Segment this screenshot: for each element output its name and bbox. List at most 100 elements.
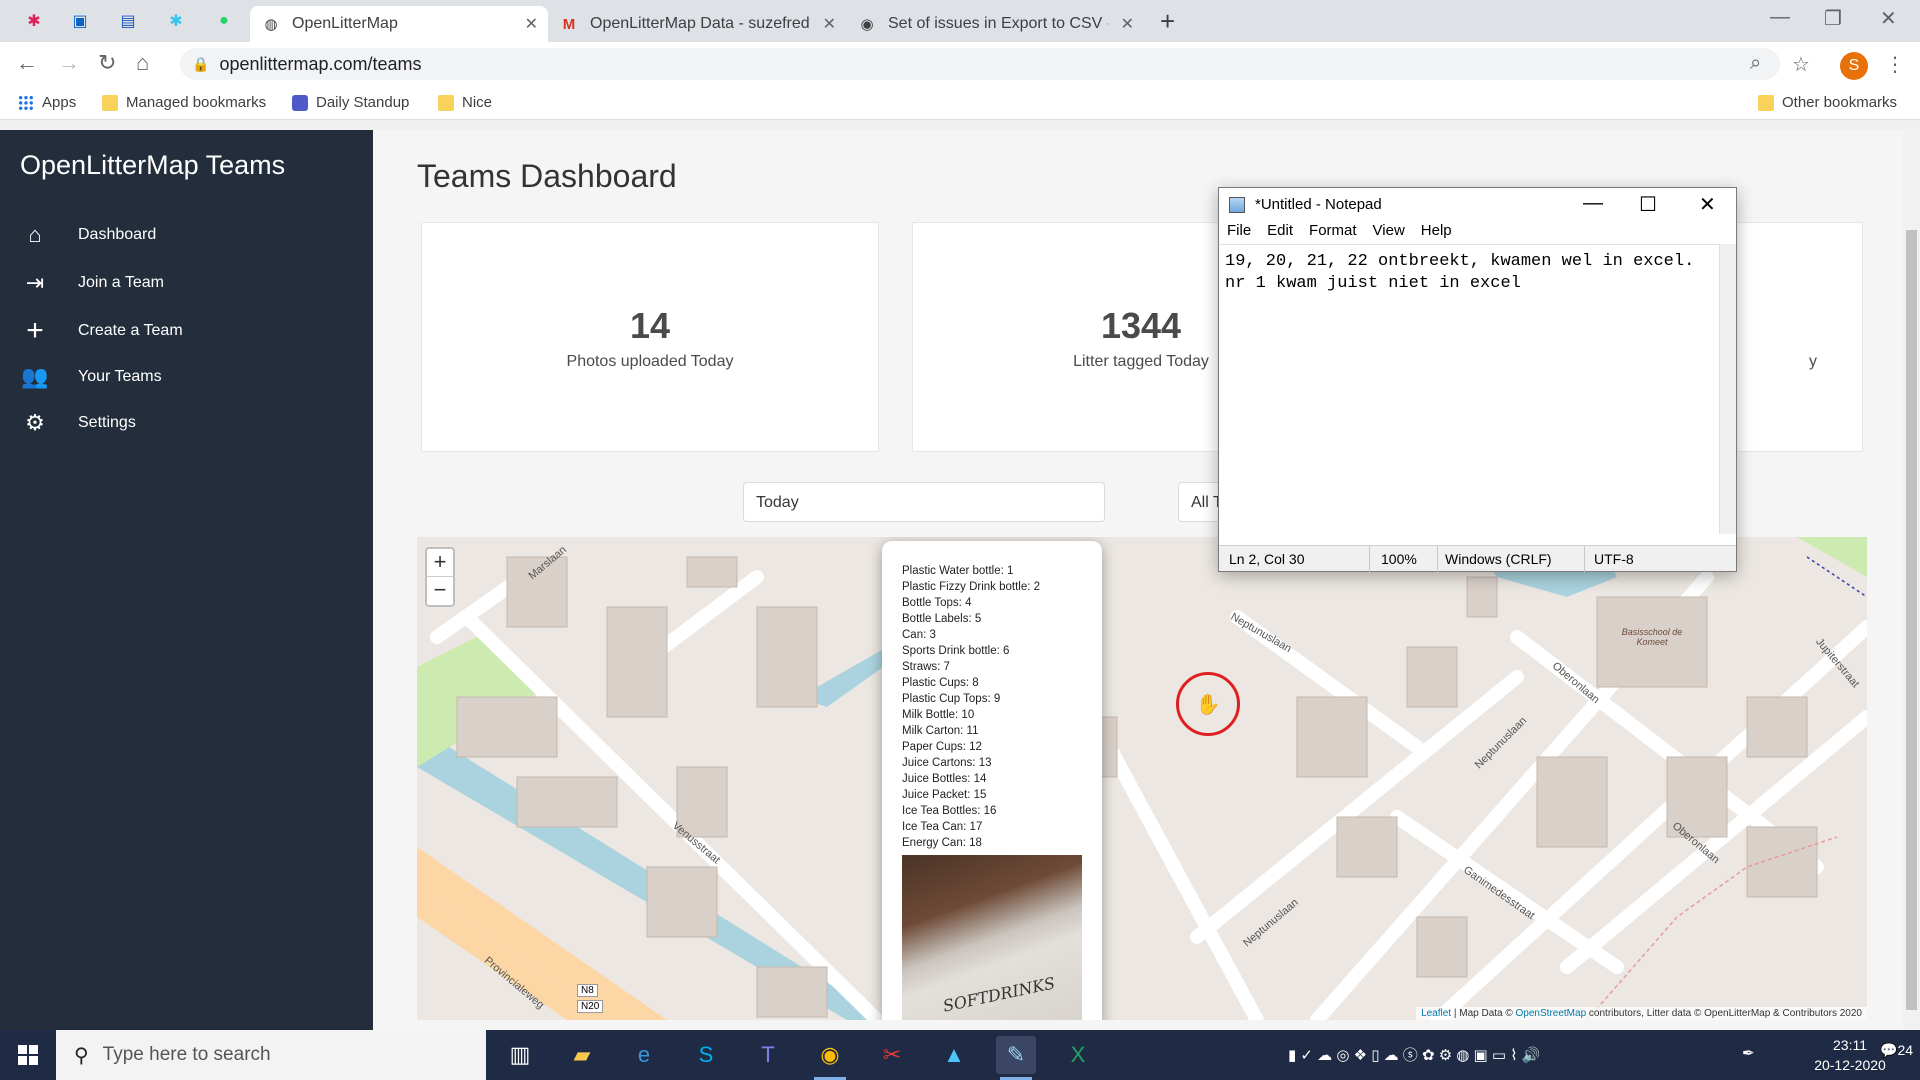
minimize-icon[interactable]: — bbox=[1583, 192, 1603, 215]
github-icon: ◉ bbox=[860, 16, 874, 33]
notepad-status-bar: Ln 2, Col 30 100% Windows (CRLF) UTF-8 bbox=[1219, 545, 1736, 572]
file-explorer-icon[interactable]: ▰ bbox=[562, 1036, 602, 1074]
forward-arrow-icon[interactable]: → bbox=[58, 50, 80, 76]
snip-tool-icon[interactable]: ✂ bbox=[872, 1036, 912, 1074]
close-tab-icon[interactable]: ✕ bbox=[525, 14, 538, 34]
maximize-icon[interactable]: ☐ bbox=[1639, 192, 1657, 217]
litter-photo[interactable]: SOFTDRINKS bbox=[902, 855, 1082, 1020]
popup-litter-item: Bottle Tops: 4 bbox=[902, 597, 972, 609]
photos-icon[interactable]: ▲ bbox=[934, 1036, 974, 1074]
popup-list: Plastic Water bottle: 1 Plastic Fizzy Dri… bbox=[902, 563, 1082, 851]
litter-map[interactable]: Marslaan Venusstraat Neptunuslaan Neptun… bbox=[417, 537, 1867, 1020]
slack-pinned-tab-icon-2[interactable]: ✱ bbox=[162, 8, 190, 34]
sidebar-item-your-teams[interactable]: 👥 Your Teams bbox=[20, 364, 161, 390]
page-scrollbar[interactable] bbox=[1903, 130, 1920, 1030]
tray-icons[interactable]: ▮ ✓ ☁ ◎ ❖ ▯ ☁ ⓢ ✿ ⚙ ◍ ▣ ▭ ⌇ 🔊 bbox=[1288, 1044, 1540, 1065]
popup-litter-item: Plastic Cups: 8 bbox=[902, 677, 979, 689]
cursor-highlight: ✋ bbox=[1176, 672, 1240, 736]
close-window-icon[interactable]: ✕ bbox=[1880, 6, 1897, 31]
popup-litter-item: Juice Packet: 15 bbox=[902, 789, 987, 801]
close-icon[interactable]: ✕ bbox=[1699, 192, 1716, 217]
popup-litter-item: Straws: 7 bbox=[902, 661, 950, 673]
menu-view[interactable]: View bbox=[1365, 222, 1413, 244]
folder-icon bbox=[102, 94, 118, 111]
popup-litter-item: Bottle Labels: 5 bbox=[902, 613, 982, 625]
menu-edit[interactable]: Edit bbox=[1259, 222, 1301, 244]
skype-icon[interactable]: S bbox=[686, 1036, 726, 1074]
zoom-icon[interactable]: ⌕ bbox=[1750, 52, 1761, 75]
notepad-menu-bar: File Edit Format View Help bbox=[1219, 222, 1736, 244]
map-attribution: Leaflet | Map Data © OpenStreetMap contr… bbox=[1416, 1007, 1867, 1020]
pen-icon[interactable]: ✒ bbox=[1742, 1044, 1755, 1062]
page-title: Teams Dashboard bbox=[417, 158, 677, 194]
sign-in-icon: ⇥ bbox=[25, 270, 45, 295]
word-pinned-tab-icon[interactable]: ▤ bbox=[114, 8, 142, 34]
popup-litter-item: Plastic Cup Tops: 9 bbox=[902, 693, 1001, 705]
back-arrow-icon[interactable]: ← bbox=[16, 50, 38, 76]
address-bar[interactable]: 🔒 openlittermap.com/teams bbox=[180, 48, 1780, 80]
new-tab-button[interactable]: + bbox=[1160, 6, 1175, 37]
close-tab-icon[interactable]: ✕ bbox=[823, 14, 836, 34]
teams-icon[interactable]: T bbox=[748, 1036, 788, 1074]
popup-litter-item: Sports Drink bottle: 6 bbox=[902, 645, 1010, 657]
windows-taskbar: ⚲ Type here to search ▥ ▰ e S T ◉ ✂ ▲ ✎ … bbox=[0, 1030, 1920, 1080]
zoom-out-button[interactable]: − bbox=[427, 577, 453, 605]
close-tab-icon[interactable]: ✕ bbox=[1121, 14, 1134, 34]
star-bookmark-icon[interactable]: ☆ bbox=[1792, 52, 1810, 77]
browser-toolbar: ← → ↻ ⌂ 🔒 openlittermap.com/teams ⌕ ☆ ⋮ bbox=[0, 42, 1920, 86]
tab-github[interactable]: ◉ Set of issues in Export to CSV - Is ✕ bbox=[846, 6, 1144, 42]
outlook-pinned-tab-icon[interactable]: ▣ bbox=[66, 8, 94, 34]
windows-logo-icon bbox=[18, 1045, 38, 1065]
litter-popup: Plastic Water bottle: 1 Plastic Fizzy Dri… bbox=[882, 541, 1102, 1020]
tab-gmail[interactable]: M OpenLitterMap Data - suzefred@ ✕ bbox=[548, 6, 846, 42]
reload-icon[interactable]: ↻ bbox=[98, 50, 116, 76]
period-select[interactable]: Today bbox=[743, 482, 1105, 522]
menu-help[interactable]: Help bbox=[1413, 222, 1460, 244]
home-icon: ⌂ bbox=[28, 222, 42, 247]
notepad-text-area[interactable]: 19, 20, 21, 22 ontbreekt, kwamen wel in … bbox=[1219, 244, 1719, 534]
edge-icon[interactable]: e bbox=[624, 1036, 664, 1074]
excel-icon[interactable]: X bbox=[1058, 1036, 1098, 1074]
sidebar-item-dashboard[interactable]: ⌂ Dashboard bbox=[20, 222, 156, 248]
sidebar-item-join-team[interactable]: ⇥ Join a Team bbox=[20, 270, 164, 296]
bookmark-other[interactable]: Other bookmarks bbox=[1758, 94, 1897, 111]
profile-avatar[interactable]: S bbox=[1840, 52, 1868, 80]
notification-center-icon[interactable]: 💬24 bbox=[1880, 1042, 1913, 1059]
task-view-icon[interactable]: ▥ bbox=[500, 1036, 540, 1074]
popup-litter-item: Ice Tea Can: 17 bbox=[902, 821, 983, 833]
osm-link[interactable]: OpenStreetMap bbox=[1516, 1008, 1587, 1019]
bookmark-daily-standup[interactable]: Daily Standup bbox=[292, 94, 409, 111]
whatsapp-pinned-tab-icon[interactable]: ● bbox=[210, 8, 238, 34]
status-encoding: UTF-8 bbox=[1594, 551, 1634, 567]
menu-format[interactable]: Format bbox=[1301, 222, 1365, 244]
home-icon[interactable]: ⌂ bbox=[136, 50, 149, 76]
taskbar-clock[interactable]: 23:11 20-12-2020 bbox=[1810, 1035, 1890, 1075]
bookmark-managed[interactable]: Managed bookmarks bbox=[102, 94, 266, 111]
minimize-window-icon[interactable]: — bbox=[1770, 6, 1790, 29]
apps-grid-icon bbox=[18, 94, 34, 111]
notepad-title-bar[interactable]: *Untitled - Notepad — ☐ ✕ bbox=[1219, 188, 1736, 222]
hand-cursor-icon: ✋ bbox=[1195, 693, 1221, 716]
restore-window-icon[interactable]: ❐ bbox=[1824, 6, 1842, 31]
slack-pinned-tab-icon[interactable]: ✱ bbox=[20, 8, 48, 34]
menu-file[interactable]: File bbox=[1219, 222, 1259, 244]
leaflet-link[interactable]: Leaflet bbox=[1421, 1008, 1451, 1019]
bookmarks-bar: Apps Managed bookmarks Daily Standup Nic… bbox=[0, 86, 1920, 120]
sidebar-item-settings[interactable]: ⚙ Settings bbox=[20, 410, 136, 436]
chrome-menu-icon[interactable]: ⋮ bbox=[1885, 52, 1905, 77]
scrollbar-thumb[interactable] bbox=[1906, 230, 1917, 1010]
chrome-icon[interactable]: ◉ bbox=[810, 1036, 850, 1080]
tab-openlittermap[interactable]: ◍ OpenLitterMap ✕ bbox=[250, 6, 548, 42]
zoom-in-button[interactable]: + bbox=[427, 549, 453, 577]
bookmark-apps[interactable]: Apps bbox=[18, 94, 76, 111]
notepad-scrollbar[interactable] bbox=[1719, 244, 1736, 534]
notepad-taskbar-icon[interactable]: ✎ bbox=[996, 1036, 1036, 1080]
sidebar-item-create-team[interactable]: + Create a Team bbox=[20, 314, 182, 347]
lock-icon: 🔒 bbox=[192, 55, 210, 72]
map-tiles bbox=[417, 537, 1867, 1020]
start-button[interactable] bbox=[0, 1030, 56, 1080]
taskbar-search[interactable]: ⚲ Type here to search bbox=[56, 1030, 486, 1080]
status-position: Ln 2, Col 30 bbox=[1229, 551, 1305, 567]
bookmark-nice[interactable]: Nice bbox=[438, 94, 492, 111]
gmail-icon: M bbox=[562, 15, 576, 33]
